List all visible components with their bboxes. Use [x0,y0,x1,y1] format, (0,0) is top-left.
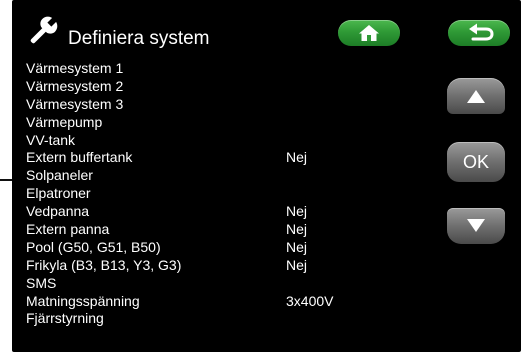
list-item-label: Extern panna [26,221,110,238]
list-item-label: Värmesystem 3 [26,95,124,112]
ok-button[interactable]: OK [447,142,505,182]
list-item-label: Vedpanna [26,203,90,220]
list-item-label: Fjärrstyrning [26,310,104,327]
list-item[interactable]: Elpatroner [26,185,446,203]
list-item-value: Nej [286,221,308,238]
list-item-value: 3x400V [286,292,334,309]
header: Definiera system [12,0,521,56]
list-item[interactable]: Extern buffertank Nej [26,149,446,167]
page-title: Definiera system [68,28,210,49]
list-item[interactable]: Pool (G50, G51, B50) Nej [26,239,446,257]
list-item-label: Värmesystem 2 [26,77,124,94]
list-item[interactable]: Värmesystem 2 [26,78,446,96]
settings-list: Värmesystem 1 Värmesystem 2 Värmesystem … [26,60,446,328]
display-screen: Definiera system Värmesystem 1 Värmesyst… [12,0,521,352]
list-item[interactable]: Frikyla (B3, B13, Y3, G3) Nej [26,257,446,275]
list-item[interactable]: Fjärrstyrning [26,310,446,328]
list-item[interactable]: Värmesystem 1 [26,60,446,78]
list-item-label: Matningsspänning [26,292,140,309]
list-item[interactable]: Vedpanna Nej [26,203,446,221]
outer-divider-line [0,179,12,181]
list-item[interactable]: Solpaneler [26,167,446,185]
wrench-icon [30,16,58,44]
home-icon [359,25,379,41]
list-item[interactable]: SMS [26,275,446,293]
list-item-value: Nej [286,256,308,273]
list-item-label: Frikyla (B3, B13, Y3, G3) [26,256,182,273]
list-item-value: Nej [286,238,308,255]
list-item-label: VV-tank [26,131,76,148]
list-item-value: Nej [286,149,308,166]
up-arrow-icon [467,90,485,103]
list-item[interactable]: Extern panna Nej [26,221,446,239]
home-button[interactable] [338,20,400,46]
back-arrow-icon [469,23,494,41]
list-item[interactable]: Värmepump [26,114,446,132]
back-button[interactable] [448,20,510,46]
list-item-label: SMS [26,274,57,291]
list-item[interactable]: Värmesystem 3 [26,96,446,114]
down-arrow-icon [467,219,485,232]
scroll-down-button[interactable] [447,208,505,244]
list-item-label: Värmepump [26,113,103,130]
list-item-label: Pool (G50, G51, B50) [26,238,161,255]
list-item[interactable]: Matningsspänning 3x400V [26,293,446,311]
list-item-value: Nej [286,203,308,220]
list-item[interactable]: VV-tank [26,132,446,150]
list-item-label: Extern buffertank [26,149,133,166]
list-item-label: Värmesystem 1 [26,60,124,76]
list-item-label: Solpaneler [26,167,93,184]
scroll-up-button[interactable] [447,78,505,114]
list-item-label: Elpatroner [26,185,91,202]
